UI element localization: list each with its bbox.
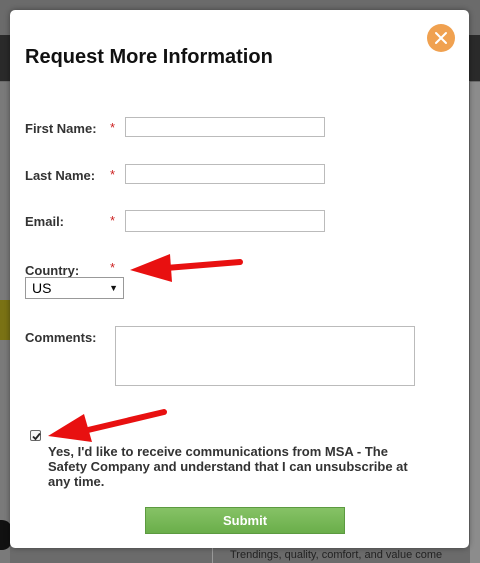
country-label: Country: xyxy=(25,263,80,278)
last-name-label: Last Name: xyxy=(25,168,96,183)
checkmark-icon xyxy=(32,432,41,441)
first-name-required-marker: * xyxy=(110,120,116,135)
background-text: Trendings, quality, comfort, and value c… xyxy=(230,549,443,561)
close-icon xyxy=(435,32,447,44)
first-name-label: First Name: xyxy=(25,121,97,136)
country-select-value: US xyxy=(32,280,52,296)
email-label: Email: xyxy=(25,214,65,229)
last-name-required-marker: * xyxy=(110,167,116,182)
background-right-strip xyxy=(470,82,480,563)
last-name-input[interactable] xyxy=(125,164,325,184)
background-image-fragment xyxy=(0,300,10,340)
chevron-down-icon: ▼ xyxy=(109,283,118,293)
background-divider xyxy=(212,548,213,563)
country-select[interactable]: US ▼ xyxy=(25,277,124,299)
consent-checkbox[interactable] xyxy=(30,430,41,441)
submit-button[interactable]: Submit xyxy=(145,507,345,534)
country-required-marker: * xyxy=(110,260,116,275)
email-input[interactable] xyxy=(125,210,325,232)
close-button[interactable] xyxy=(427,24,455,52)
email-required-marker: * xyxy=(110,213,116,228)
modal-title: Request More Information xyxy=(25,46,273,68)
consent-text: Yes, I'd like to receive communications … xyxy=(48,444,408,489)
request-info-modal: Request More Information First Name: * L… xyxy=(10,10,469,548)
first-name-input[interactable] xyxy=(125,117,325,137)
comments-label: Comments: xyxy=(25,330,97,345)
comments-textarea[interactable] xyxy=(115,326,415,386)
